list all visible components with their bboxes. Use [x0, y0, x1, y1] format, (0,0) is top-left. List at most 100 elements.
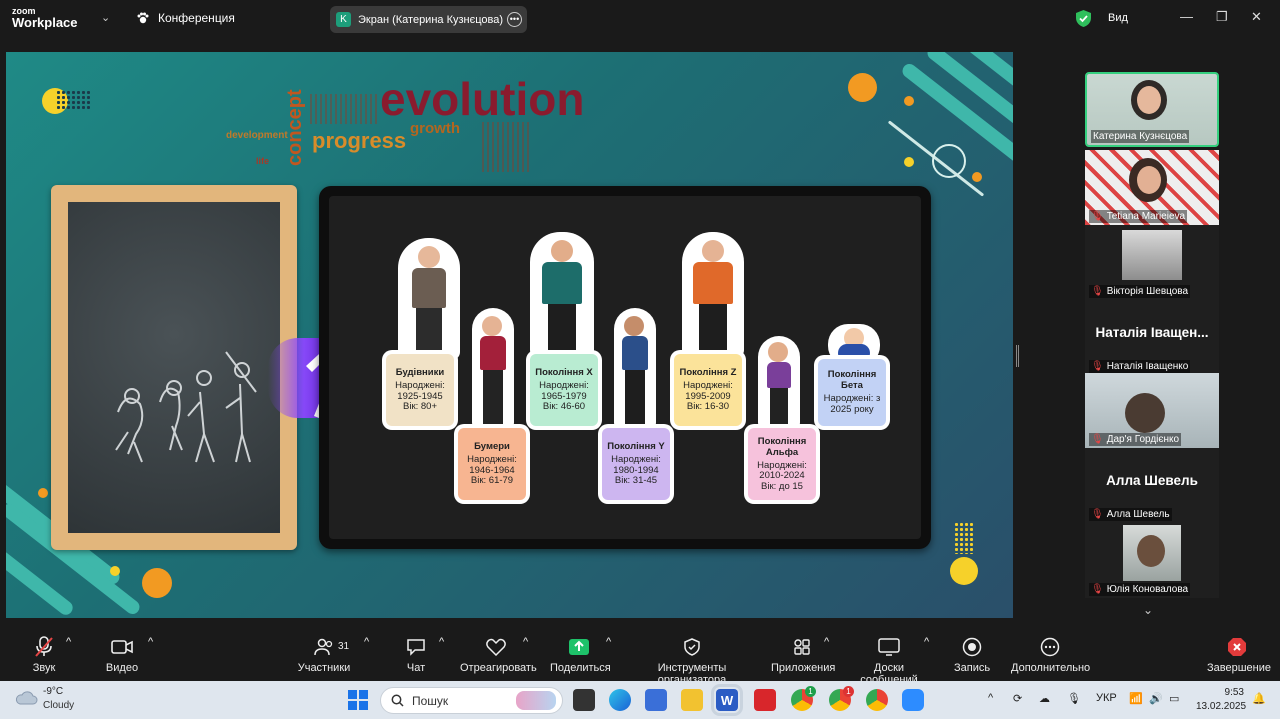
windows-start-icon[interactable] [348, 690, 368, 710]
end-meeting-button[interactable]: Завершение [1207, 636, 1271, 674]
generation-card-gen-x: Покоління X Народжені: 1965-1979 Вік: 46… [526, 350, 602, 430]
generation-card-inner: Покоління X Народжені: 1965-1979 Вік: 46… [530, 354, 598, 426]
meeting-info-button[interactable]: Конференция [136, 11, 235, 25]
generation-age: Вік: 61-79 [470, 475, 514, 487]
close-icon[interactable]: ✕ [1251, 9, 1262, 25]
whiteboards-button[interactable]: Доски сообщений [845, 636, 933, 686]
chrome-icon[interactable] [866, 689, 888, 711]
generation-age: Вік: 46-60 [542, 401, 586, 413]
participant-tile[interactable]: 🎙 Tetiana Marieieva [1085, 150, 1219, 225]
cloud-icon[interactable]: ☁ [1039, 692, 1050, 705]
decor-circle [848, 73, 877, 102]
panel-splitter-handle[interactable] [1016, 345, 1019, 367]
host-tools-button[interactable]: Инструменты организатора [626, 636, 758, 686]
avatar [1137, 86, 1161, 114]
microsoft-store-icon[interactable] [645, 689, 667, 711]
search-highlight-image [516, 691, 556, 710]
audio-button[interactable]: Звук [22, 636, 66, 674]
chat-options-caret[interactable]: ^ [439, 636, 444, 648]
shield-icon [626, 636, 758, 658]
decor-dots [954, 522, 974, 554]
gen-x-figure [530, 232, 594, 358]
edge-browser-icon[interactable] [609, 689, 631, 711]
task-view-icon[interactable] [573, 689, 595, 711]
weather-widget[interactable]: -9°C Cloudy [14, 686, 104, 714]
builders-figure [398, 238, 460, 360]
avatar [1122, 230, 1182, 280]
logo-big-text: Workplace [12, 15, 78, 30]
wifi-icon[interactable]: 📶 [1129, 692, 1143, 705]
record-button[interactable]: Запись [954, 636, 990, 674]
react-options-caret[interactable]: ^ [523, 636, 528, 648]
notifications-icon[interactable]: 🔔 [1252, 692, 1266, 705]
security-shield-icon[interactable] [1076, 10, 1091, 27]
generation-card-builders: Будівники Народжені: 1925-1945 Вік: 80+ [382, 350, 458, 430]
battery-icon[interactable]: ▭ [1169, 692, 1179, 705]
participant-tile[interactable]: Катерина Кузнєцова [1085, 72, 1219, 147]
microphone-icon[interactable]: 🎙 [1067, 692, 1081, 705]
participant-tile[interactable]: 🎙 Дар'я Гордієнко [1085, 373, 1219, 448]
minimize-icon[interactable]: — [1180, 9, 1193, 24]
taskbar-search-input[interactable]: Пошук [380, 687, 563, 714]
time-text: 9:53 [1224, 687, 1244, 698]
participant-name-row: 🎙 Tetiana Marieieva [1089, 210, 1188, 223]
video-button[interactable]: Видео [102, 636, 142, 674]
share-options-caret[interactable]: ^ [606, 636, 611, 648]
generation-card-inner: Покоління Альфа Народжені: 2010-2024 Вік… [748, 428, 816, 500]
volume-icon[interactable]: 🔊 [1149, 692, 1163, 705]
participant-tile[interactable]: Алла Шевель 🎙 Алла Шевель [1085, 448, 1219, 523]
participant-name-row: 🎙 Дар'я Гордієнко [1089, 433, 1182, 446]
generation-card-inner: Бумери Народжені: 1946-1964 Вік: 61-79 [458, 428, 526, 500]
evolution-chalk-drawing [115, 351, 257, 463]
more-icon [1011, 636, 1089, 658]
generation-card-inner: Покоління Бета Народжені: з 2025 року [818, 359, 886, 426]
more-button[interactable]: Дополнительно [1011, 636, 1090, 674]
participant-tile[interactable]: 🎙 Вікторія Шевцова [1085, 225, 1219, 300]
generation-age: Вік: 31-45 [614, 475, 658, 487]
whiteboard-icon [845, 636, 933, 658]
avatar [1137, 166, 1161, 194]
file-explorer-icon[interactable] [681, 689, 703, 711]
record-icon [954, 636, 990, 658]
clock[interactable]: 9:53 13.02.2025 [1196, 686, 1246, 714]
share-label: Экран (Катерина Кузнєцова) [358, 13, 504, 26]
weather-text: Cloudy [43, 700, 75, 711]
chevron-down-icon[interactable]: ⌄ [101, 11, 110, 24]
word-app-icon[interactable]: W [711, 684, 743, 716]
word-evolution: evolution [380, 73, 585, 125]
camera-icon [102, 636, 142, 658]
view-button[interactable]: Вид [1108, 12, 1128, 24]
screen-share-indicator[interactable]: K Экран (Катерина Кузнєцова) ••• [330, 6, 527, 33]
share-screen-button[interactable]: Поделиться [550, 636, 611, 674]
gen-alpha-figure [758, 336, 800, 430]
sync-icon[interactable]: ⟳ [1013, 692, 1022, 705]
audio-options-caret[interactable]: ^ [66, 636, 71, 648]
heart-icon [460, 636, 532, 658]
generation-card-inner: Покоління Y Народжені: 1980-1994 Вік: 31… [602, 428, 670, 500]
video-options-caret[interactable]: ^ [148, 636, 153, 648]
language-indicator[interactable]: УКР [1096, 692, 1117, 704]
mic-muted-icon [22, 636, 66, 658]
react-button[interactable]: Отреагировать [460, 636, 537, 674]
restore-icon[interactable]: ❐ [1216, 9, 1228, 25]
shared-screen: evolution progress growth concept develo… [6, 52, 1013, 618]
whiteboards-options-caret[interactable]: ^ [924, 636, 929, 648]
chat-button[interactable]: Чат [404, 636, 428, 674]
mic-muted-icon: 🎙 [1091, 434, 1104, 445]
end-label: Завершение [1207, 662, 1271, 674]
apps-label: Приложения [771, 662, 836, 674]
zoom-app-icon[interactable] [902, 689, 924, 711]
chalkboard [68, 202, 280, 533]
tray-chevron-icon[interactable]: ^ [988, 692, 993, 704]
apps-options-caret[interactable]: ^ [824, 636, 829, 648]
generation-card-gen-z: Покоління Z Народжені: 1995-2009 Вік: 16… [670, 350, 746, 430]
participant-tile[interactable]: 🎙 Юлія Коновалова [1085, 523, 1219, 598]
gallery-scroll-down-icon[interactable]: ⌄ [1143, 603, 1153, 617]
participants-options-caret[interactable]: ^ [364, 636, 369, 648]
generation-title: Покоління Y [607, 441, 665, 453]
participant-display-name: Алла Шевель [1106, 473, 1198, 488]
more-options-icon[interactable]: ••• [507, 12, 522, 27]
notification-badge: 1 [805, 686, 816, 697]
participant-tile[interactable]: Наталія Іващен... 🎙 Наталія Іващенко [1085, 300, 1219, 375]
pdf-app-icon[interactable] [754, 689, 776, 711]
